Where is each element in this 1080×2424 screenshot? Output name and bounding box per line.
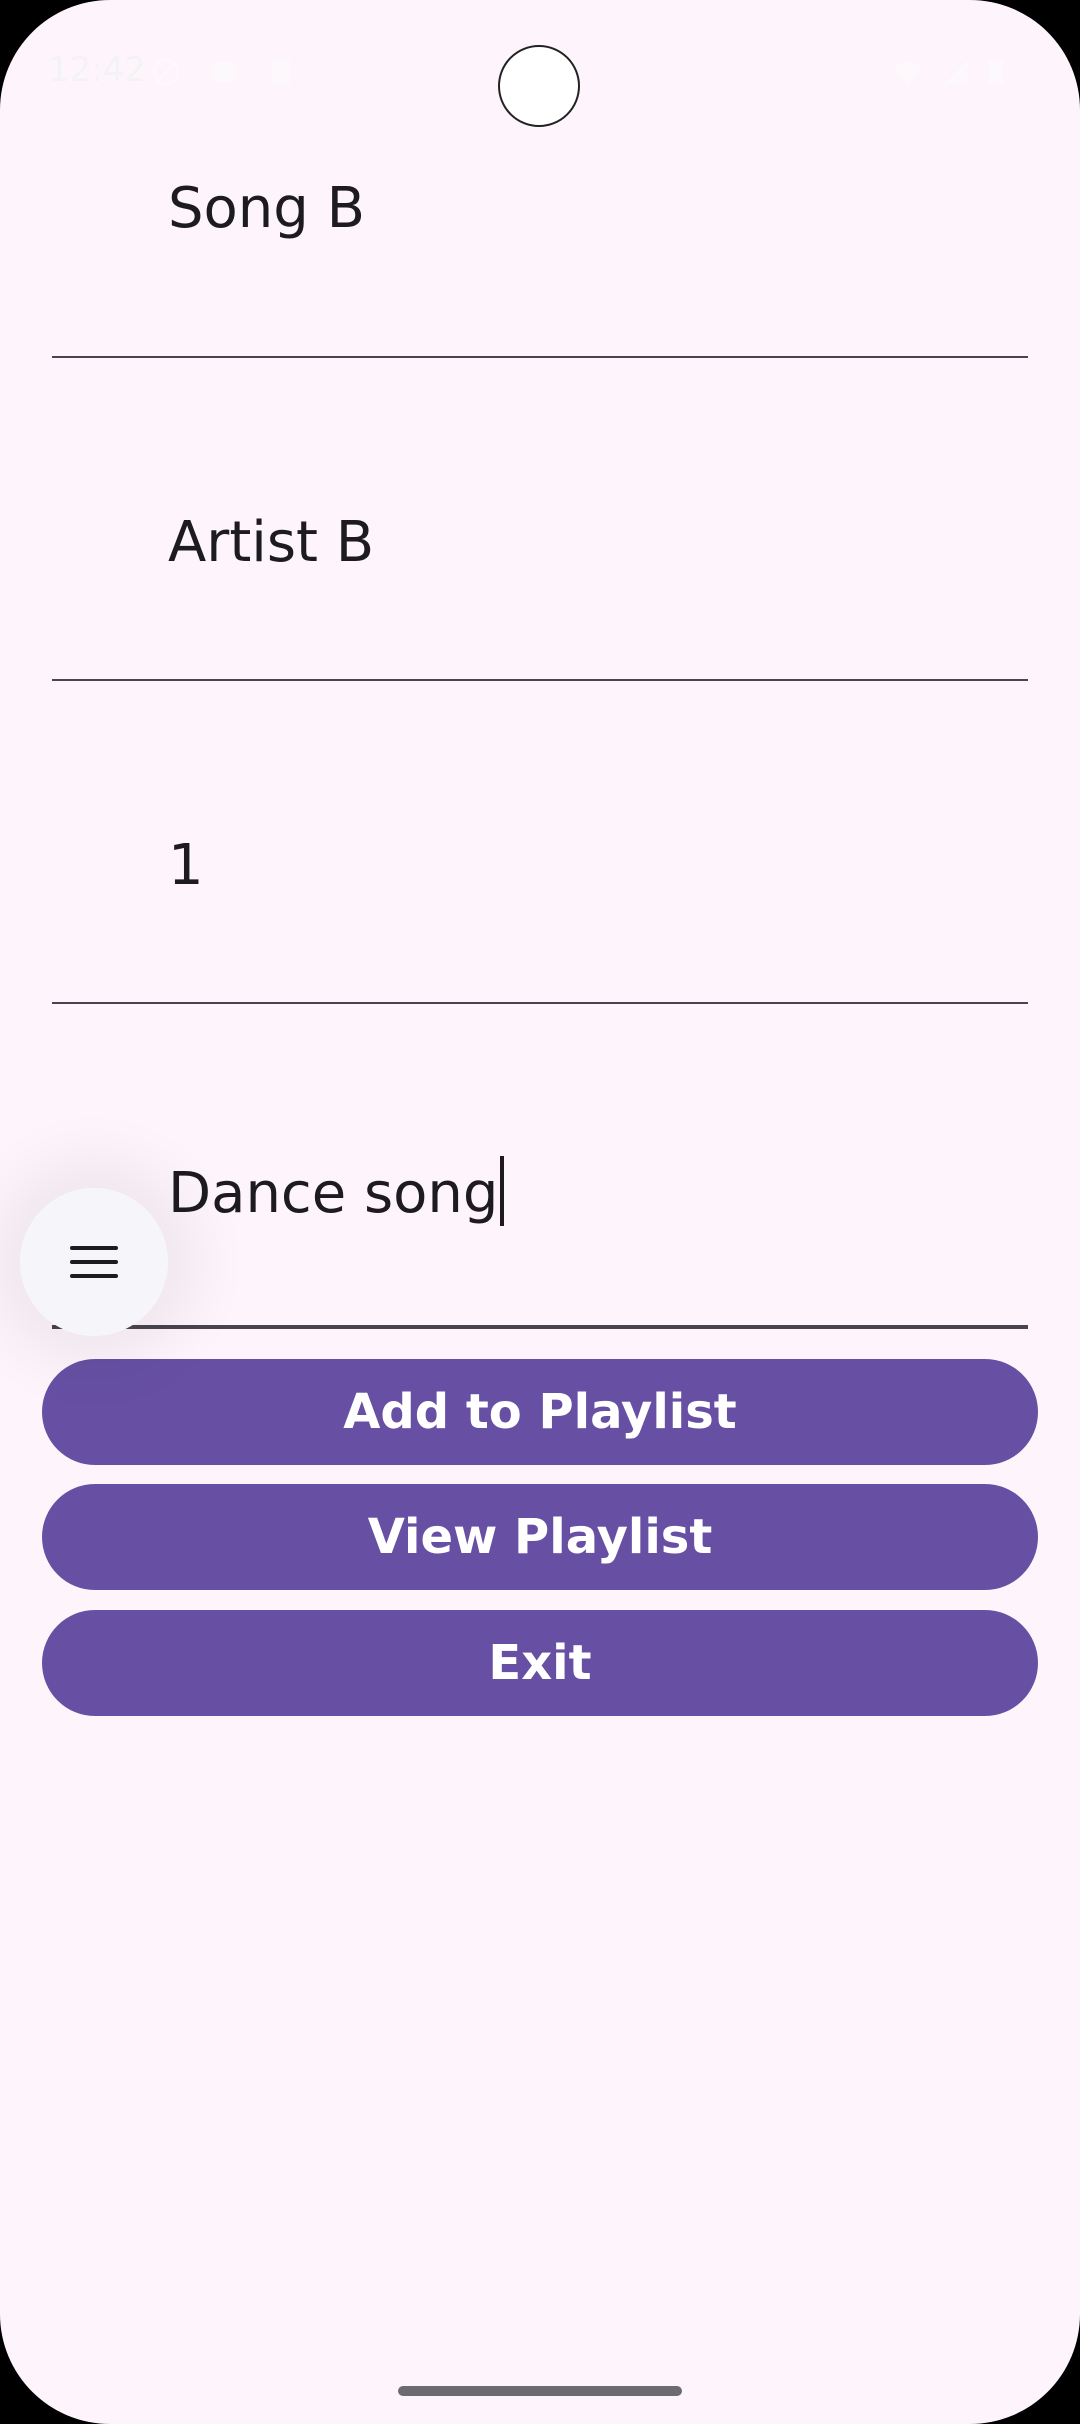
rating-value: 1 (168, 833, 204, 898)
rating-field[interactable]: 1 (52, 679, 1028, 1004)
artist-field[interactable]: Artist B (52, 356, 1028, 681)
home-indicator[interactable] (398, 2386, 682, 2396)
add-to-playlist-button[interactable]: Add to Playlist (42, 1359, 1038, 1465)
hamburger-menu-icon (70, 1246, 118, 1278)
app-screen: 12:42 Song B Artist B 1 Dance song Add t… (0, 0, 1080, 2424)
wifi-icon (894, 62, 922, 84)
comment-field[interactable]: Dance song (52, 1002, 1028, 1329)
comment-value: Dance song (168, 1161, 499, 1226)
status-time: 12:42 (48, 50, 146, 90)
view-playlist-button[interactable]: View Playlist (42, 1484, 1038, 1590)
status-bar: 12:42 (0, 0, 1080, 140)
artist-value: Artist B (168, 510, 375, 575)
text-cursor (500, 1156, 505, 1226)
cellular-signal-icon (944, 60, 968, 84)
floating-menu-button[interactable] (20, 1188, 168, 1336)
battery-icon (989, 60, 1003, 84)
image-notification-icon (212, 62, 236, 82)
exit-button[interactable]: Exit (42, 1610, 1038, 1716)
sd-card-icon (272, 60, 290, 84)
song-title-value: Song B (168, 176, 366, 241)
do-not-disturb-icon (152, 58, 180, 86)
song-title-field[interactable]: Song B (52, 120, 1028, 358)
comment-value-wrapper: Dance song (168, 1156, 505, 1226)
camera-cutout (498, 45, 580, 127)
